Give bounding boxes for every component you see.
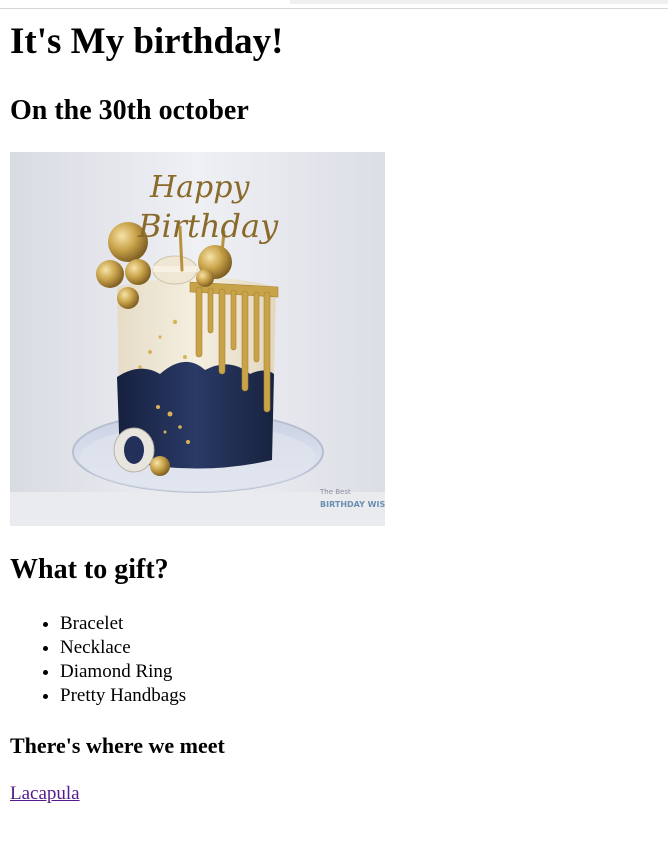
- browser-top-edge: [0, 0, 668, 9]
- svg-text:Happy: Happy: [149, 170, 250, 205]
- date-heading: On the 30th october: [10, 95, 249, 126]
- birthday-cake-image: Happy Birthday The Best BIRTHDAY WISHES: [10, 152, 385, 526]
- svg-text:The Best: The Best: [319, 488, 351, 496]
- svg-text:BIRTHDAY WISHES: BIRTHDAY WISHES: [320, 500, 385, 509]
- list-item: Bracelet: [60, 612, 186, 636]
- gift-list: Bracelet Necklace Diamond Ring Pretty Ha…: [10, 612, 186, 708]
- page-title: It's My birthday!: [10, 21, 284, 62]
- list-item: Pretty Handbags: [60, 684, 186, 708]
- meet-location-link[interactable]: Lacapula: [10, 782, 80, 806]
- list-item: Necklace: [60, 636, 186, 660]
- gift-heading: What to gift?: [10, 554, 169, 585]
- list-item: Diamond Ring: [60, 660, 186, 684]
- svg-text:Birthday: Birthday: [137, 207, 279, 245]
- cake-photo-icon: Happy Birthday The Best BIRTHDAY WISHES: [10, 152, 385, 526]
- browser-tab-strip: [290, 0, 668, 4]
- meet-heading: There's where we meet: [10, 733, 225, 758]
